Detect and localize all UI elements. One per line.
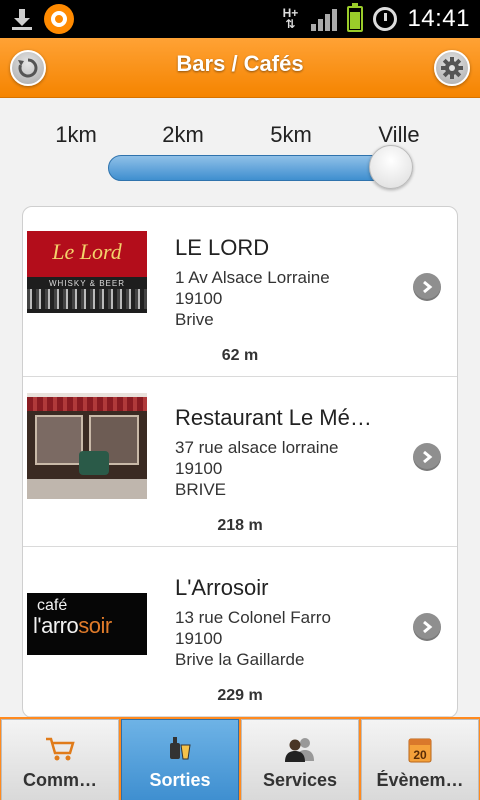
address-street: 37 rue alsace lorraine	[175, 438, 339, 457]
place-address: 13 rue Colonel Farro 19100 Brive la Gail…	[175, 607, 331, 670]
cart-icon	[44, 734, 76, 764]
address-city: Brive	[175, 310, 214, 329]
place-thumbnail: café l'arrosoir	[27, 563, 147, 669]
calendar-icon: 20	[404, 734, 436, 764]
chevron-right-icon[interactable]	[413, 443, 441, 471]
list-item[interactable]: Le Lord WHISKY & BEER LE LORD 1 Av Alsac…	[23, 207, 457, 377]
address-postal-code: 19100	[175, 289, 223, 308]
tab-services[interactable]: Services	[241, 719, 359, 800]
tab-label: Sorties	[149, 770, 211, 790]
network-type-icon: H+ ⇅	[282, 6, 299, 31]
tab-label: Services	[262, 770, 338, 790]
alarm-icon	[373, 7, 398, 31]
place-distance: 229 m	[217, 687, 263, 704]
clock: 14:41	[407, 5, 470, 32]
list-item[interactable]: Restaurant Le Mé… 37 rue alsace lorraine…	[23, 377, 457, 547]
bottom-tab-bar: Comm… Sorties Services 20 Évènem…	[0, 717, 480, 800]
thumbnail-sign-subtext: WHISKY & BEER	[49, 279, 125, 288]
app-header: Bars / Cafés	[0, 38, 480, 98]
status-bar: H+ ⇅ 14:41	[0, 0, 480, 38]
place-thumbnail	[27, 393, 147, 499]
place-thumbnail: Le Lord WHISKY & BEER	[27, 223, 147, 329]
place-address: 37 rue alsace lorraine 19100 BRIVE	[175, 437, 338, 500]
tab-sorties[interactable]: Sorties	[121, 719, 239, 800]
network-type-label: H+	[282, 6, 299, 20]
place-address: 1 Av Alsace Lorraine 19100 Brive	[175, 267, 330, 330]
tab-evenements[interactable]: 20 Évènem…	[361, 719, 479, 800]
thumbnail-sign-text: Le Lord	[52, 239, 122, 264]
address-city: BRIVE	[175, 480, 227, 499]
distance-slider-thumb[interactable]	[369, 145, 413, 189]
place-name: Restaurant Le Mé…	[175, 405, 372, 430]
place-list: Le Lord WHISKY & BEER LE LORD 1 Av Alsac…	[22, 206, 458, 718]
drink-icon	[164, 734, 196, 764]
tab-label: Comm…	[22, 770, 97, 790]
list-item[interactable]: café l'arrosoir L'Arrosoir 13 rue Colone…	[23, 547, 457, 717]
app-notification-icon	[44, 4, 74, 34]
address-street: 1 Av Alsace Lorraine	[175, 268, 330, 287]
thumbnail-sign-subtext: l'arrosoir	[33, 613, 112, 638]
distance-slider-track[interactable]	[108, 155, 408, 181]
calendar-day: 20	[413, 748, 427, 762]
address-postal-code: 19100	[175, 459, 223, 478]
address-city: Brive la Gaillarde	[175, 650, 305, 669]
address-postal-code: 19100	[175, 629, 223, 648]
slider-label-1km[interactable]: 1km	[55, 122, 97, 148]
battery-icon	[347, 3, 364, 32]
gear-icon	[441, 57, 463, 79]
page-title: Bars / Cafés	[176, 51, 304, 76]
tab-commerces[interactable]: Comm…	[1, 719, 119, 800]
slider-label-ville[interactable]: Ville	[378, 122, 419, 148]
people-icon	[284, 734, 316, 764]
settings-button[interactable]	[434, 50, 470, 86]
chevron-right-icon[interactable]	[413, 273, 441, 301]
address-street: 13 rue Colonel Farro	[175, 608, 331, 627]
place-distance: 218 m	[217, 517, 263, 534]
slider-label-5km[interactable]: 5km	[270, 122, 312, 148]
tab-label: Évènem…	[376, 770, 464, 790]
signal-icon	[311, 7, 338, 31]
place-name: LE LORD	[175, 235, 270, 260]
place-name: L'Arrosoir	[175, 575, 269, 600]
place-distance: 62 m	[221, 347, 259, 364]
chevron-right-icon[interactable]	[413, 613, 441, 641]
slider-label-2km[interactable]: 2km	[162, 122, 204, 148]
download-icon	[10, 6, 34, 32]
